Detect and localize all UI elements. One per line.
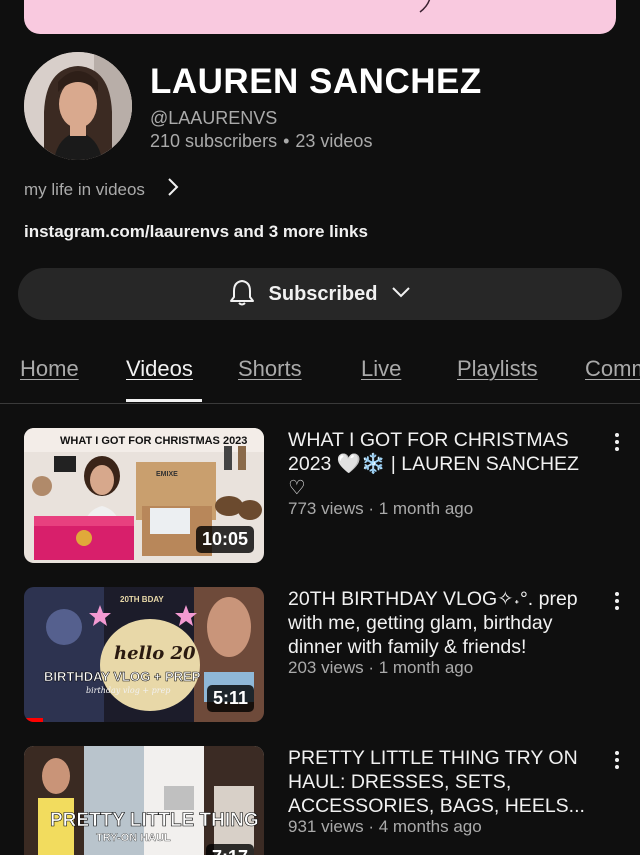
thumb-box-text: EMIXE bbox=[156, 471, 178, 478]
channel-name: LAUREN SANCHEZ bbox=[150, 62, 482, 101]
video-title[interactable]: 20TH BIRTHDAY VLOG✧˖°. prep with me, get… bbox=[288, 587, 598, 659]
tab-playlists[interactable]: Playlists bbox=[457, 356, 538, 382]
chevron-right-icon bbox=[167, 177, 179, 202]
subscribed-button[interactable]: Subscribed bbox=[18, 268, 622, 320]
video-duration: 5:11 bbox=[206, 685, 254, 712]
channel-avatar[interactable] bbox=[24, 52, 132, 160]
channel-handle: @LAAURENVS bbox=[150, 108, 278, 128]
video-title[interactable]: PRETTY LITTLE THING TRY ON HAUL: DRESSES… bbox=[288, 746, 598, 818]
tab-live[interactable]: Live bbox=[361, 356, 401, 382]
watch-progress-bar bbox=[24, 718, 43, 722]
thumb-title-text: PRETTY LITTLE THING bbox=[50, 810, 259, 831]
chevron-down-icon bbox=[391, 285, 411, 303]
video-meta: 773 views · 1 month ago bbox=[288, 499, 474, 518]
active-tab-indicator bbox=[126, 399, 202, 402]
video-meta: 203 views · 1 month ago bbox=[288, 658, 474, 677]
more-vert-icon[interactable] bbox=[610, 748, 624, 772]
description-text: my life in videos bbox=[24, 179, 145, 199]
video-title[interactable]: WHAT I GOT FOR CHRISTMAS 2023 🤍❄️ | LAUR… bbox=[288, 428, 598, 500]
more-vert-icon[interactable] bbox=[610, 589, 624, 613]
stats-separator: • bbox=[283, 131, 290, 151]
channel-tabs: Home Videos Shorts Live Playlists Commun… bbox=[0, 350, 640, 404]
video-meta: 931 views · 4 months ago bbox=[288, 817, 482, 836]
video-thumbnail[interactable]: WHAT I GOT FOR CHRISTMAS 2023 EMIXE 10:0… bbox=[24, 428, 264, 563]
thumb-sub-text: TRY-ON HAUL bbox=[96, 832, 171, 844]
thumb-title-text: BIRTHDAY VLOG + PREP bbox=[44, 669, 201, 684]
tab-community[interactable]: Community bbox=[585, 356, 640, 382]
channel-banner bbox=[24, 0, 616, 34]
tab-home[interactable]: Home bbox=[20, 356, 79, 382]
subscriber-count: 210 subscribers bbox=[150, 131, 278, 151]
video-item[interactable]: WHAT I GOT FOR CHRISTMAS 2023 EMIXE 10:0… bbox=[0, 428, 640, 568]
subscribed-label: Subscribed bbox=[268, 282, 378, 305]
banner-script-decoration bbox=[419, 0, 431, 13]
channel-links[interactable]: instagram.com/laaurenvs and 3 more links bbox=[24, 222, 368, 242]
video-thumbnail[interactable]: 20TH BDAY hello 20 BIRTHDAY VLOG + PREP … bbox=[24, 587, 264, 722]
tab-videos[interactable]: Videos bbox=[126, 356, 193, 382]
channel-stats: 210 subscribers • 23 videos bbox=[150, 131, 372, 152]
tab-shorts[interactable]: Shorts bbox=[238, 356, 302, 382]
thumb-title-text: WHAT I GOT FOR CHRISTMAS 2023 bbox=[60, 435, 247, 447]
video-count: 23 videos bbox=[295, 131, 373, 151]
video-item[interactable]: 20TH BDAY hello 20 BIRTHDAY VLOG + PREP … bbox=[0, 587, 640, 727]
more-vert-icon[interactable] bbox=[610, 430, 624, 454]
thumb-script-text: birthday vlog + prep bbox=[86, 686, 170, 695]
thumb-top-text: 20TH BDAY bbox=[120, 595, 164, 604]
video-duration: 10:05 bbox=[195, 526, 254, 553]
video-duration: 7:17 bbox=[205, 844, 254, 855]
video-thumbnail[interactable]: PRETTY LITTLE THING TRY-ON HAUL 7:17 bbox=[24, 746, 264, 855]
video-item[interactable]: PRETTY LITTLE THING TRY-ON HAUL 7:17 PRE… bbox=[0, 746, 640, 855]
channel-description[interactable]: my life in videos bbox=[24, 177, 179, 202]
bell-icon bbox=[229, 278, 255, 311]
thumb-cake-text: hello 20 bbox=[114, 643, 196, 664]
